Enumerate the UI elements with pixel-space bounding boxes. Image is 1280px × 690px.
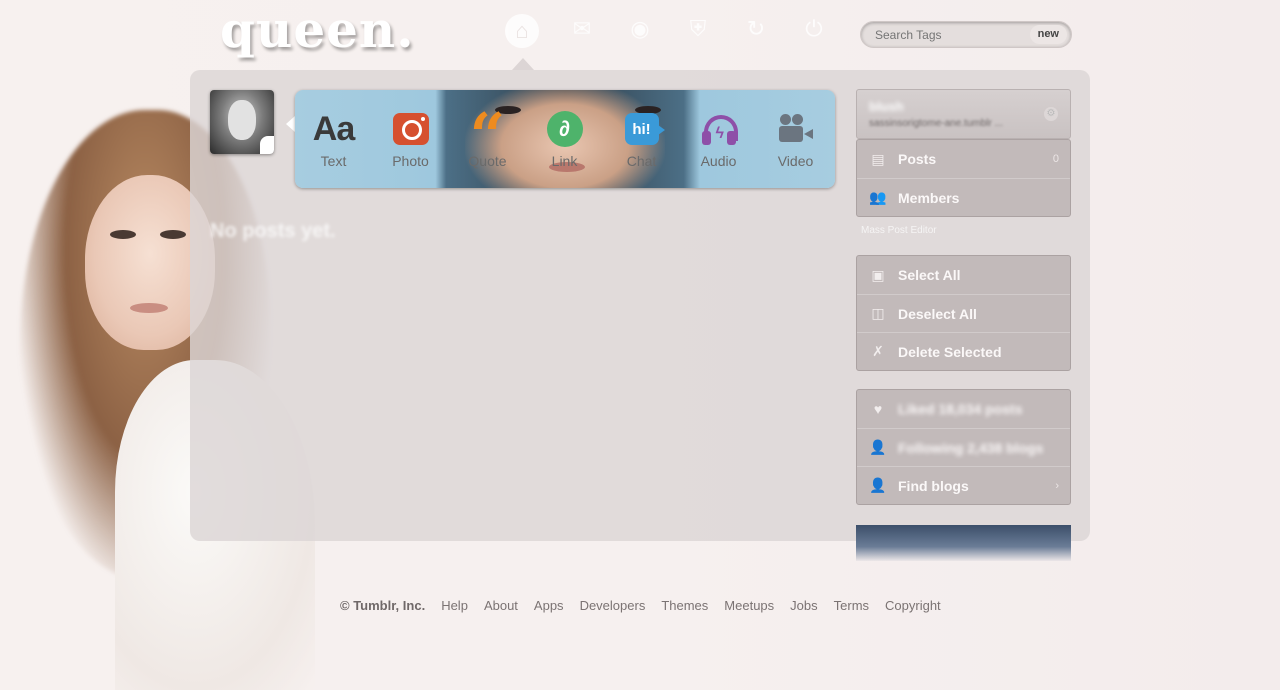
blog-menu: ▤ Posts 0 👥 Members	[856, 139, 1071, 217]
members-icon: 👥	[869, 189, 887, 205]
post-type-label: Chat	[626, 153, 657, 169]
link-icon: ∂	[546, 111, 583, 147]
footer-link-developers[interactable]: Developers	[580, 598, 646, 613]
post-type-label: Quote	[468, 153, 507, 169]
sidebar-item-label: Find blogs	[898, 477, 969, 494]
avatar-face	[228, 100, 256, 140]
footer: © Tumblr, Inc. Help About Apps Developer…	[340, 598, 941, 613]
posts-count: 0	[1052, 153, 1059, 165]
post-type-label: Photo	[392, 153, 429, 169]
post-type-label: Video	[777, 153, 814, 169]
nav-pointer	[512, 58, 534, 70]
footer-link-about[interactable]: About	[484, 598, 518, 613]
empty-posts-message: No posts yet.	[210, 220, 336, 242]
search-new-button[interactable]: new	[1029, 25, 1067, 44]
heart-icon: ♥	[873, 401, 883, 417]
photo-icon	[392, 113, 429, 145]
add-person-icon: 👤	[869, 477, 887, 493]
person-icon: 👤	[869, 439, 887, 455]
sidebar-item-label: Following 2,438 blogs	[898, 439, 1044, 456]
post-type-label: Audio	[700, 153, 737, 169]
action-label: Delete Selected	[898, 343, 1002, 360]
home-icon[interactable]: ⌂	[505, 14, 539, 48]
blog-name: blush	[869, 99, 904, 114]
search-input[interactable]	[873, 27, 1027, 43]
chat-icon: hi!	[624, 113, 665, 145]
search-box: new	[860, 21, 1072, 48]
post-type-photo[interactable]: Photo	[372, 90, 449, 188]
footer-link-themes[interactable]: Themes	[661, 598, 708, 613]
sidebar-item-following[interactable]: 👤 Following 2,438 blogs	[857, 428, 1070, 466]
footer-link-apps[interactable]: Apps	[534, 598, 564, 613]
footer-link-jobs[interactable]: Jobs	[790, 598, 817, 613]
portrait-lips	[130, 303, 168, 313]
footer-link-terms[interactable]: Terms	[834, 598, 869, 613]
post-type-text[interactable]: Aa Text	[295, 90, 372, 188]
post-type-label: Link	[551, 153, 578, 169]
action-label: Deselect All	[898, 305, 977, 322]
shield-icon[interactable]: ⛨	[683, 14, 713, 44]
gear-icon[interactable]: ⚙	[1044, 107, 1058, 121]
post-type-audio[interactable]: ϟ Audio	[680, 90, 757, 188]
document-icon: ▤	[871, 150, 885, 167]
footer-link-copyright[interactable]: Copyright	[885, 598, 941, 613]
stats-menu: ♥ Liked 18,034 posts 👤 Following 2,438 b…	[856, 389, 1071, 505]
post-type-bar: Aa Text Photo “ Quote ∂ Link hi! Chat ϟ …	[295, 90, 835, 188]
post-type-chat[interactable]: hi! Chat	[603, 90, 680, 188]
sidebar-item-label: Posts	[898, 151, 937, 167]
blog-card[interactable]: blush sassinsorigtome-ane.tumblr ... ⚙	[856, 89, 1071, 139]
avatar[interactable]	[210, 90, 274, 154]
sidebar-item-find-blogs[interactable]: 👤 Find blogs ›	[857, 466, 1070, 504]
sidebar-item-likes[interactable]: ♥ Liked 18,034 posts	[857, 390, 1070, 428]
sidebar-item-label: Liked 18,034 posts	[898, 401, 1023, 417]
top-nav: ⌂ ✉ ◉ ⛨ ↻ ⏻	[505, 14, 829, 48]
text-icon: Aa	[312, 109, 355, 148]
post-type-quote[interactable]: “ Quote	[449, 90, 526, 188]
power-icon[interactable]: ⏻	[799, 14, 829, 44]
sidebar: blush sassinsorigtome-ane.tumblr ... ⚙ ▤…	[856, 89, 1071, 561]
select-all-button[interactable]: ▣ Select All	[857, 256, 1070, 294]
avatar-corner	[260, 136, 274, 154]
sidebar-image	[856, 525, 1071, 561]
video-icon	[778, 114, 813, 144]
sidebar-item-posts[interactable]: ▤ Posts 0	[857, 140, 1070, 178]
deselect-all-button[interactable]: ◫ Deselect All	[857, 294, 1070, 332]
blog-logo[interactable]: queen.	[220, 0, 415, 60]
portrait-eye-left	[110, 230, 136, 239]
footer-copyright: © Tumblr, Inc.	[340, 598, 426, 613]
post-types: Aa Text Photo “ Quote ∂ Link hi! Chat ϟ …	[295, 90, 835, 188]
post-type-video[interactable]: Video	[757, 90, 834, 188]
footer-link-help[interactable]: Help	[441, 598, 468, 613]
selection-actions: ▣ Select All ◫ Deselect All ✗ Delete Sel…	[856, 255, 1071, 371]
post-bar-pointer	[286, 116, 295, 132]
deselect-all-icon: ◫	[871, 305, 885, 321]
portrait-eye-right	[160, 230, 186, 239]
chevron-right-icon: ›	[1055, 479, 1059, 492]
action-label: Select All	[898, 267, 961, 283]
sidebar-item-members[interactable]: 👥 Members	[857, 178, 1070, 216]
post-type-link[interactable]: ∂ Link	[526, 90, 603, 188]
compass-icon[interactable]: ◉	[625, 14, 655, 44]
sidebar-item-label: Members	[898, 189, 960, 206]
footer-link-meetups[interactable]: Meetups	[724, 598, 774, 613]
audio-icon: ϟ	[701, 113, 738, 145]
blog-url: sassinsorigtome-ane.tumblr ...	[869, 118, 1003, 129]
refresh-icon[interactable]: ↻	[741, 14, 771, 44]
mass-post-editor-link[interactable]: Mass Post Editor	[856, 217, 1071, 255]
mail-icon[interactable]: ✉	[567, 14, 597, 44]
select-all-icon: ▣	[871, 266, 885, 283]
delete-selected-button[interactable]: ✗ Delete Selected	[857, 332, 1070, 370]
post-type-label: Text	[320, 153, 347, 169]
delete-icon: ✗	[872, 343, 884, 359]
